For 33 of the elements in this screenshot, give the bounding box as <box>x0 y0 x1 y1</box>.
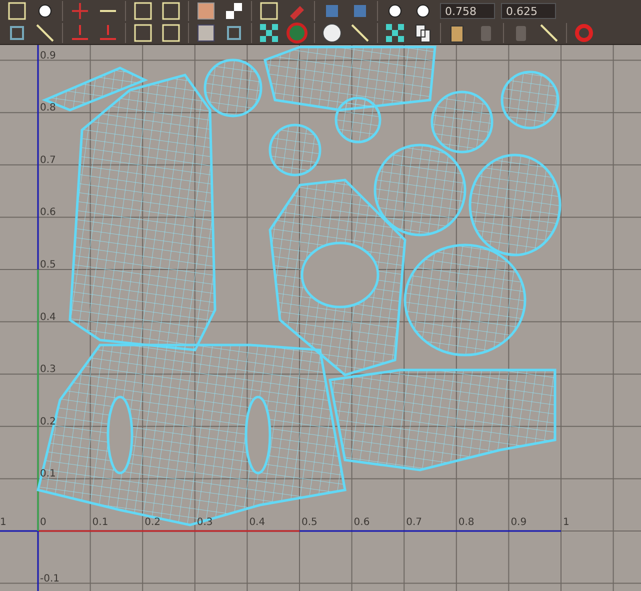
grid-icon[interactable] <box>160 22 182 44</box>
grid-icon[interactable] <box>160 0 182 22</box>
image-icon[interactable] <box>195 22 217 44</box>
axis-label: 0.8 <box>40 102 56 114</box>
axis-label: 0.5 <box>302 517 318 528</box>
number-field[interactable]: 0.625 <box>501 3 556 19</box>
grid-icon[interactable] <box>132 22 154 44</box>
axis-label: 0.4 <box>40 312 56 323</box>
axis-label: 0.5 <box>40 260 56 270</box>
checker-icon[interactable] <box>223 0 245 22</box>
axis-label: 0.4 <box>249 517 266 528</box>
axis-label: 0.9 <box>40 50 56 62</box>
checker-icon[interactable] <box>384 22 406 44</box>
axis-label: 1 <box>0 517 6 528</box>
axis-label: 0.6 <box>40 207 56 218</box>
grid-icon[interactable] <box>258 0 280 22</box>
axis-label: 0.8 <box>458 517 474 528</box>
axis-label: -0.1 <box>40 573 60 584</box>
circle-icon[interactable] <box>321 22 343 44</box>
grid-icon[interactable] <box>6 0 28 22</box>
axis-label: 0.1 <box>92 517 108 528</box>
image-icon[interactable] <box>195 0 217 22</box>
axis-label: 0.3 <box>40 364 56 376</box>
axis-label: 0 <box>40 517 46 528</box>
number-field[interactable]: 0.758 <box>440 3 495 19</box>
axis-label: 0.9 <box>510 517 527 528</box>
axis-label: 0.7 <box>406 517 422 528</box>
axis-label: 0.2 <box>144 517 160 528</box>
axis-label: 0.6 <box>354 517 370 528</box>
checker-icon[interactable] <box>258 22 280 44</box>
grid-icon[interactable] <box>132 0 154 22</box>
axis-label: 0.7 <box>40 154 56 166</box>
axis-label: 1 <box>563 517 570 528</box>
